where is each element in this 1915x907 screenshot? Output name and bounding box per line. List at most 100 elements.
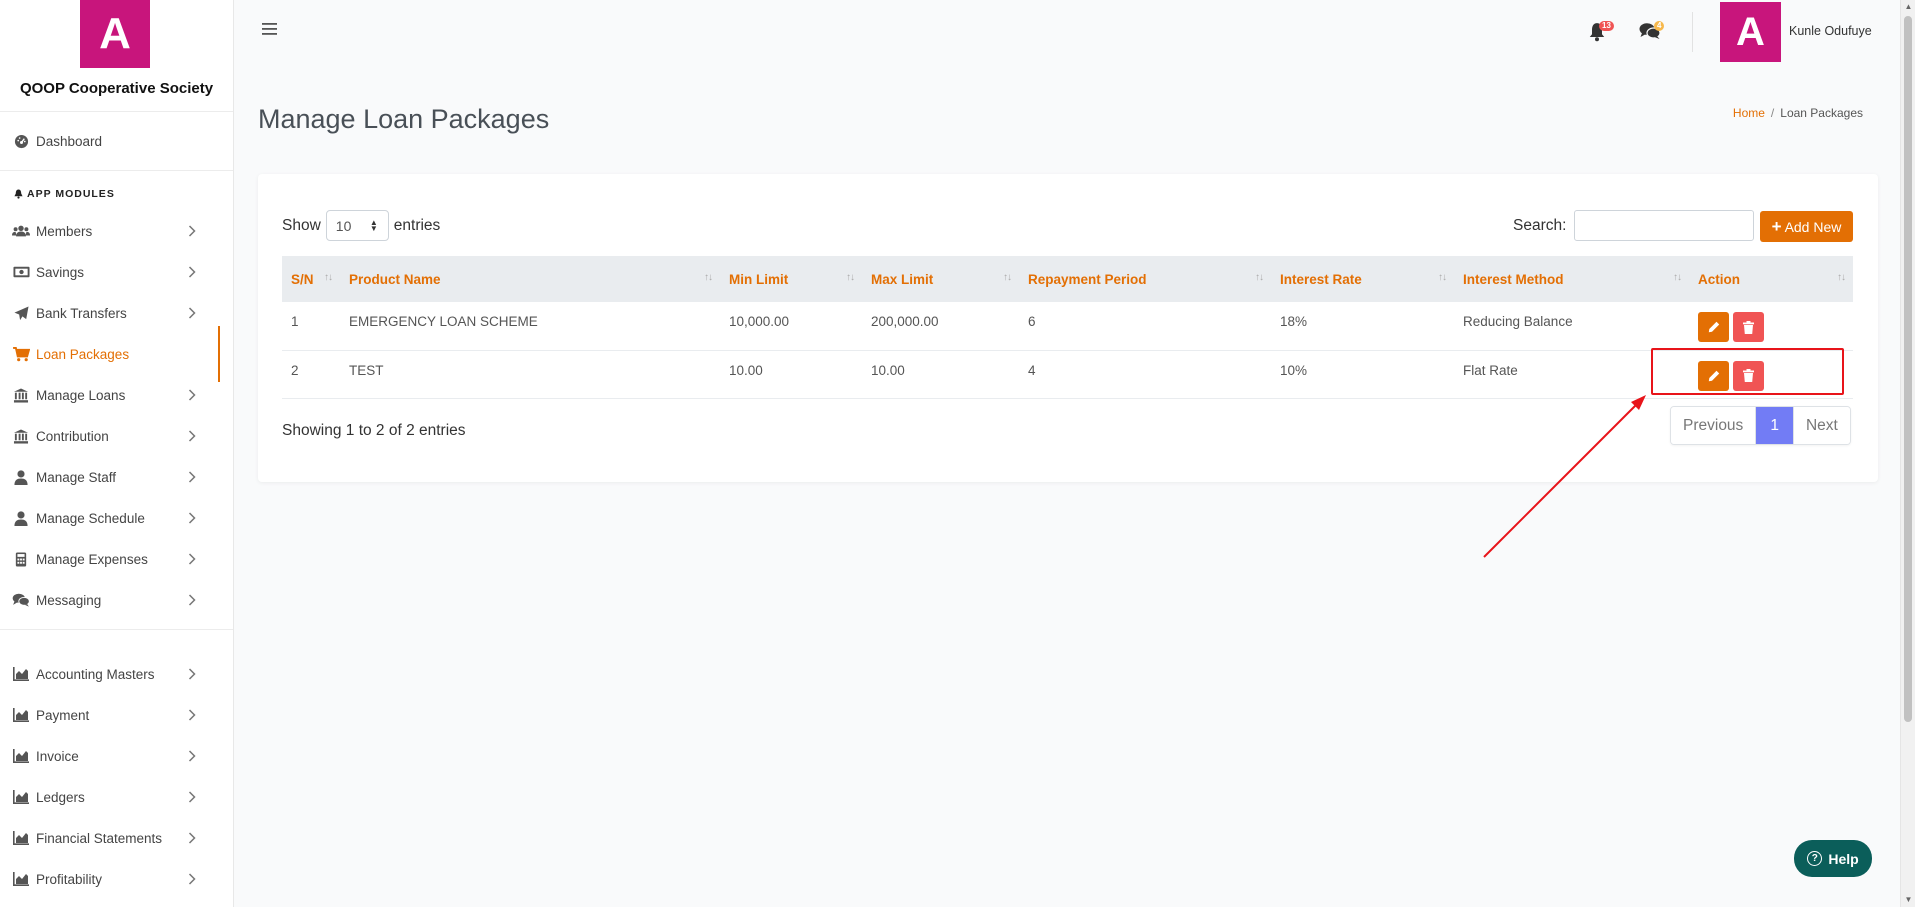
- cell-max-limit: 10.00: [871, 362, 905, 378]
- sidebar-item-invoice[interactable]: Invoice: [0, 739, 233, 773]
- search-input[interactable]: [1574, 210, 1755, 241]
- breadcrumb-home-link[interactable]: Home: [1733, 106, 1765, 120]
- question-circle-icon: ?: [1807, 851, 1823, 866]
- avatar[interactable]: A: [1720, 2, 1781, 62]
- sidebar-item-label: Messaging: [36, 592, 102, 608]
- chart-area-icon: [12, 707, 30, 723]
- column-header-min-limit[interactable]: Min Limit ↑↓: [720, 256, 862, 302]
- column-header-interest-rate[interactable]: Interest Rate ↑↓: [1271, 256, 1454, 302]
- pagination: Previous 1 Next: [1670, 406, 1851, 445]
- scroll-up-icon[interactable]: ▲: [1904, 3, 1913, 11]
- chevron-right-icon: [184, 428, 200, 444]
- chevron-right-icon: [184, 666, 200, 682]
- sidebar-item-label: Profitability: [36, 871, 103, 887]
- sidebar-item-bank-transfers[interactable]: Bank Transfers: [0, 296, 233, 330]
- brand-logo[interactable]: A: [80, 0, 150, 68]
- chevron-right-icon: [184, 551, 200, 567]
- pagination-previous[interactable]: Previous: [1671, 407, 1756, 444]
- sidebar-item-label: Loan Packages: [36, 346, 130, 362]
- sort-icon: ↑↓: [1837, 272, 1846, 283]
- help-button[interactable]: ? Help: [1794, 840, 1872, 877]
- delete-button[interactable]: [1733, 312, 1764, 342]
- chart-area-icon: [12, 789, 30, 805]
- annotation-highlight-box: [1651, 348, 1844, 395]
- pencil-icon: [1708, 321, 1719, 333]
- column-header-max-limit[interactable]: Max Limit ↑↓: [862, 256, 1019, 302]
- trash-icon: [1743, 320, 1754, 334]
- sidebar-item-label: Manage Loans: [36, 387, 126, 403]
- sidebar-item-messaging[interactable]: Messaging: [0, 583, 233, 617]
- breadcrumb-separator: /: [1770, 106, 1775, 120]
- sidebar-item-label: Invoice: [36, 748, 79, 764]
- chart-area-icon: [12, 748, 30, 764]
- sidebar-item-accounting-masters[interactable]: Accounting Masters: [0, 657, 233, 691]
- chart-area-icon: [12, 666, 30, 682]
- user-icon: [12, 510, 30, 526]
- entries-select[interactable]: 10 ▲ ▼: [325, 210, 389, 241]
- sidebar-item-financial-statements[interactable]: Financial Statements: [0, 821, 233, 855]
- table-header-row: S/N ↑↓ Product Name ↑↓ Min Limit ↑↓ Max Lim…: [282, 256, 1853, 302]
- table-row: 1 EMERGENCY LOAN SCHEME 10,000.00 200,00…: [282, 302, 1853, 350]
- sidebar-item-loan-packages[interactable]: Loan Packages: [0, 337, 233, 371]
- select-arrows-icon: ▲ ▼: [369, 218, 378, 233]
- pagination-page-1[interactable]: 1: [1755, 407, 1793, 444]
- sidebar-item-dashboard[interactable]: Dashboard: [0, 124, 233, 158]
- scroll-down-icon[interactable]: ▼: [1904, 896, 1913, 904]
- column-header-sn[interactable]: S/N ↑↓: [282, 256, 340, 302]
- messages-icon[interactable]: 4: [1639, 21, 1665, 44]
- username[interactable]: Kunle Odufuye: [1789, 24, 1872, 38]
- sort-icon: ↑↓: [1438, 272, 1447, 283]
- cell-product-name: EMERGENCY LOAN SCHEME: [349, 314, 538, 329]
- paper-plane-icon: [12, 305, 30, 321]
- chevron-right-icon: [184, 305, 200, 321]
- sort-icon: ↑↓: [704, 272, 713, 283]
- sidebar-divider: [0, 629, 233, 630]
- cell-repayment-period: 4: [1028, 362, 1036, 378]
- sidebar-item-label: Savings: [36, 264, 85, 280]
- pagination-next[interactable]: Next: [1792, 407, 1850, 444]
- brand: A QOOP Cooperative Society: [0, 0, 233, 112]
- scrollbar-thumb[interactable]: [1904, 16, 1912, 722]
- sidebar-item-profitability[interactable]: Profitability: [0, 862, 233, 896]
- notifications-bell-icon[interactable]: 13: [1588, 21, 1614, 44]
- sidebar-item-manage-staff[interactable]: Manage Staff: [0, 460, 233, 494]
- sidebar-item-payment[interactable]: Payment: [0, 698, 233, 732]
- cell-interest-rate: 10%: [1280, 362, 1308, 378]
- column-header-product-name[interactable]: Product Name ↑↓: [340, 256, 720, 302]
- chart-area-icon: [12, 871, 30, 887]
- sidebar-item-savings[interactable]: Savings: [0, 255, 233, 289]
- sort-icon: ↑↓: [324, 272, 333, 283]
- sidebar-item-manage-expenses[interactable]: Manage Expenses: [0, 542, 233, 576]
- breadcrumb: Home / Loan Packages: [1733, 106, 1863, 120]
- sidebar-item-label: Bank Transfers: [36, 305, 127, 321]
- sidebar-item-label: Dashboard: [36, 133, 103, 149]
- sidebar-item-contribution[interactable]: Contribution: [0, 419, 233, 453]
- chevron-right-icon: [184, 789, 200, 805]
- sidebar-item-members[interactable]: Members: [0, 214, 233, 248]
- entries-length-control: Show 10 ▲ ▼ entries: [282, 210, 440, 241]
- column-header-repayment-period[interactable]: Repayment Period ↑↓: [1019, 256, 1271, 302]
- menu-toggle-icon[interactable]: [262, 22, 280, 40]
- sidebar-item-ledgers[interactable]: Ledgers: [0, 780, 233, 814]
- dashboard-gauge-icon: [12, 133, 30, 149]
- chevron-right-icon: [184, 387, 200, 403]
- sort-icon: ↑↓: [1255, 272, 1264, 283]
- sort-icon: ↑↓: [1003, 272, 1012, 283]
- cell-product-name: TEST: [349, 362, 384, 378]
- vertical-scrollbar[interactable]: ▲ ▼: [1900, 0, 1915, 907]
- section-label-app-modules: APP MODULES: [14, 188, 115, 200]
- column-header-action[interactable]: Action ↑↓: [1689, 256, 1853, 302]
- chevron-right-icon: [184, 871, 200, 887]
- sidebar-item-manage-schedule[interactable]: Manage Schedule: [0, 501, 233, 535]
- add-new-button[interactable]: + Add New: [1760, 211, 1853, 242]
- money-bill-icon: [12, 264, 30, 280]
- sidebar-item-manage-loans[interactable]: Manage Loans: [0, 378, 233, 412]
- cell-sn: 2: [291, 362, 299, 378]
- chevron-right-icon: [184, 264, 200, 280]
- users-icon: [12, 223, 30, 239]
- sidebar-item-label: Contribution: [36, 428, 109, 444]
- edit-button[interactable]: [1698, 312, 1729, 342]
- sidebar-item-label: Members: [36, 223, 93, 239]
- column-header-interest-method[interactable]: Interest Method ↑↓: [1454, 256, 1689, 302]
- cell-action: [1689, 302, 1853, 350]
